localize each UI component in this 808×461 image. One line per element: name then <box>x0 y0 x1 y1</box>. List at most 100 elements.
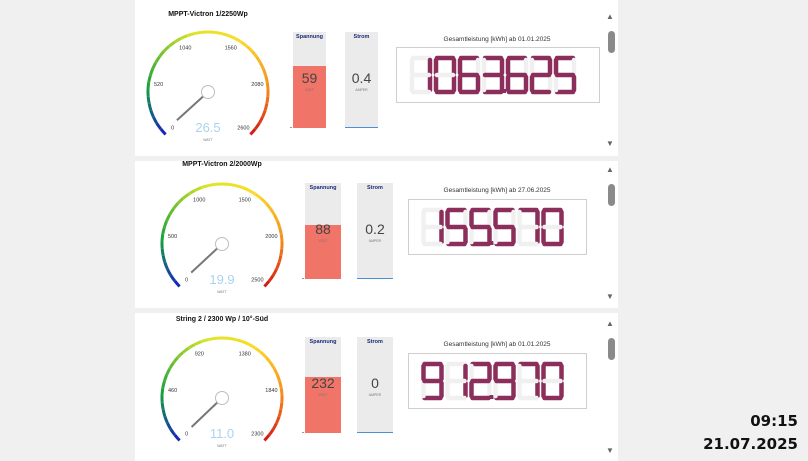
gauge-arc-segment <box>168 361 175 370</box>
gauge-arc-segment <box>235 184 244 190</box>
current-value: 0 <box>371 375 379 391</box>
gauge-arc-segment <box>267 428 275 437</box>
gauge-hub <box>215 391 229 405</box>
power-gauge: 0 500 1000 1500 2000 2500 19.9 WATT <box>160 182 284 294</box>
scroll-up-icon[interactable]: ▲ <box>606 13 614 21</box>
gauge-arc-segment <box>173 37 182 44</box>
current-bar: Strom 0.2 AMPER <box>357 183 393 279</box>
gauge-hub <box>215 237 229 251</box>
gauge-arc-segment <box>180 34 188 40</box>
gauge-arc-segment <box>248 343 257 350</box>
total-caption: Gesamtleistung [kWh] ab 01.01.2025 <box>443 36 551 43</box>
gauge-arc-segment <box>187 343 196 350</box>
gauge-arc-segment <box>165 213 172 222</box>
gauge-arc-segment <box>276 374 282 383</box>
scrollbar-panel-3[interactable]: ▲ ▼ <box>605 320 617 458</box>
gauge-arc-segment <box>267 274 275 283</box>
voltage-bar: Spannung 88 VOLT <box>305 183 341 279</box>
voltage-value: 232 <box>311 375 335 391</box>
bar-tick <box>302 432 304 433</box>
gauge-arc-segment <box>279 248 284 256</box>
decimal-point <box>489 241 494 245</box>
gauge-tick-label: 1560 <box>225 45 237 51</box>
gauge-arc-segment <box>278 227 283 235</box>
gauge-arc-segment <box>172 356 180 364</box>
voltage-value: 59 <box>301 70 318 86</box>
gauge-tick-label: 0 <box>185 277 188 283</box>
gauge-arc-segment <box>258 61 265 70</box>
gauge-tick-label: 2300 <box>251 431 263 437</box>
power-gauge: 0 460 920 1380 1840 2300 11.0 WATT <box>160 336 284 448</box>
scroll-down-icon[interactable]: ▼ <box>606 293 614 301</box>
gauge-arc-segment <box>160 248 165 256</box>
gauge-arc-segment <box>275 416 281 424</box>
gauge-hub <box>201 85 215 99</box>
gauge-arc-segment <box>265 82 270 90</box>
gauge-tick-label: 2080 <box>251 82 263 88</box>
gauge-unit: WATT <box>217 290 227 294</box>
gauge-arc-segment <box>187 189 196 196</box>
gauge-arc-segment <box>149 110 155 118</box>
current-label: Strom <box>367 339 383 345</box>
gauge-unit: WATT <box>217 444 227 448</box>
gauge-arc-segment <box>279 402 284 410</box>
gauge-arc-segment <box>163 262 169 270</box>
gauge-arc-segment <box>254 192 262 200</box>
current-value: 0.2 <box>365 221 385 237</box>
gauge-arc-segment <box>269 207 276 216</box>
gauge-arc-segment <box>161 381 166 389</box>
scroll-down-icon[interactable]: ▼ <box>606 447 614 455</box>
gauge-tick-label: 2600 <box>237 125 249 131</box>
gauge-arc-segment <box>161 255 167 263</box>
scroll-thumb[interactable] <box>608 184 615 206</box>
current-bar: Strom 0.4 AMPER <box>345 32 378 128</box>
gauge-tick-label: 1840 <box>265 388 277 394</box>
scrollbar-panel-1[interactable]: ▲ ▼ <box>605 13 617 151</box>
scroll-up-icon[interactable]: ▲ <box>606 166 614 174</box>
current-unit: AMPER <box>368 239 382 243</box>
gauge-tick-label: 0 <box>171 125 174 131</box>
gauge-arc-segment <box>207 336 216 342</box>
voltage-label: Spannung <box>309 339 337 345</box>
scrollbar-panel-2[interactable]: ▲ ▼ <box>605 166 617 304</box>
scroll-down-icon[interactable]: ▼ <box>606 140 614 148</box>
gauge-arc-segment <box>162 45 170 53</box>
gauge-arc-segment <box>146 96 151 104</box>
gauge-arc-segment <box>234 37 243 44</box>
gauge-arc-segment <box>228 34 236 40</box>
voltage-value: 88 <box>315 221 331 237</box>
gauge-arc-segment <box>264 75 269 83</box>
current-fill <box>357 432 393 433</box>
voltage-unit: VOLT <box>305 88 314 92</box>
gauge-tick-label: 2000 <box>265 234 277 240</box>
gauge-arc-segment <box>166 422 173 431</box>
gauge-arc-segment <box>263 103 269 111</box>
gauge-arc-segment <box>160 234 165 242</box>
gauge-arc-segment <box>271 268 278 277</box>
gauge-tick-label: 460 <box>168 388 177 394</box>
voltage-bar: Spannung 59 VOLT <box>293 32 326 128</box>
gauge-arc-segment <box>272 213 279 222</box>
voltage-unit: VOLT <box>318 393 328 397</box>
gauge-arc-segment <box>263 434 271 442</box>
gauge-arc-segment <box>161 227 166 235</box>
total-display <box>408 353 587 409</box>
gauge-unit: WATT <box>203 138 213 142</box>
scroll-thumb[interactable] <box>608 338 615 360</box>
scroll-up-icon[interactable]: ▲ <box>606 320 614 328</box>
scroll-thumb[interactable] <box>608 31 615 53</box>
clock-date: 21.07.2025 <box>703 435 798 453</box>
gauge-arc-segment <box>165 367 172 376</box>
total-caption: Gesamtleistung [kWh] ab 01.01.2025 <box>443 341 551 348</box>
left-background <box>0 0 135 461</box>
gauge-arc-segment <box>228 182 237 188</box>
gauge-arc-segment <box>279 234 284 242</box>
gauge-arc-segment <box>265 96 270 104</box>
gauge-arc-segment <box>261 110 267 118</box>
gauge-arc-segment <box>269 361 276 370</box>
gauge-tick-label: 1000 <box>193 197 205 203</box>
bar-tick <box>302 278 304 279</box>
gauge-arc-segment <box>154 55 161 64</box>
gauge-arc-segment <box>221 32 230 38</box>
gauge-value: 19.9 <box>209 272 234 287</box>
